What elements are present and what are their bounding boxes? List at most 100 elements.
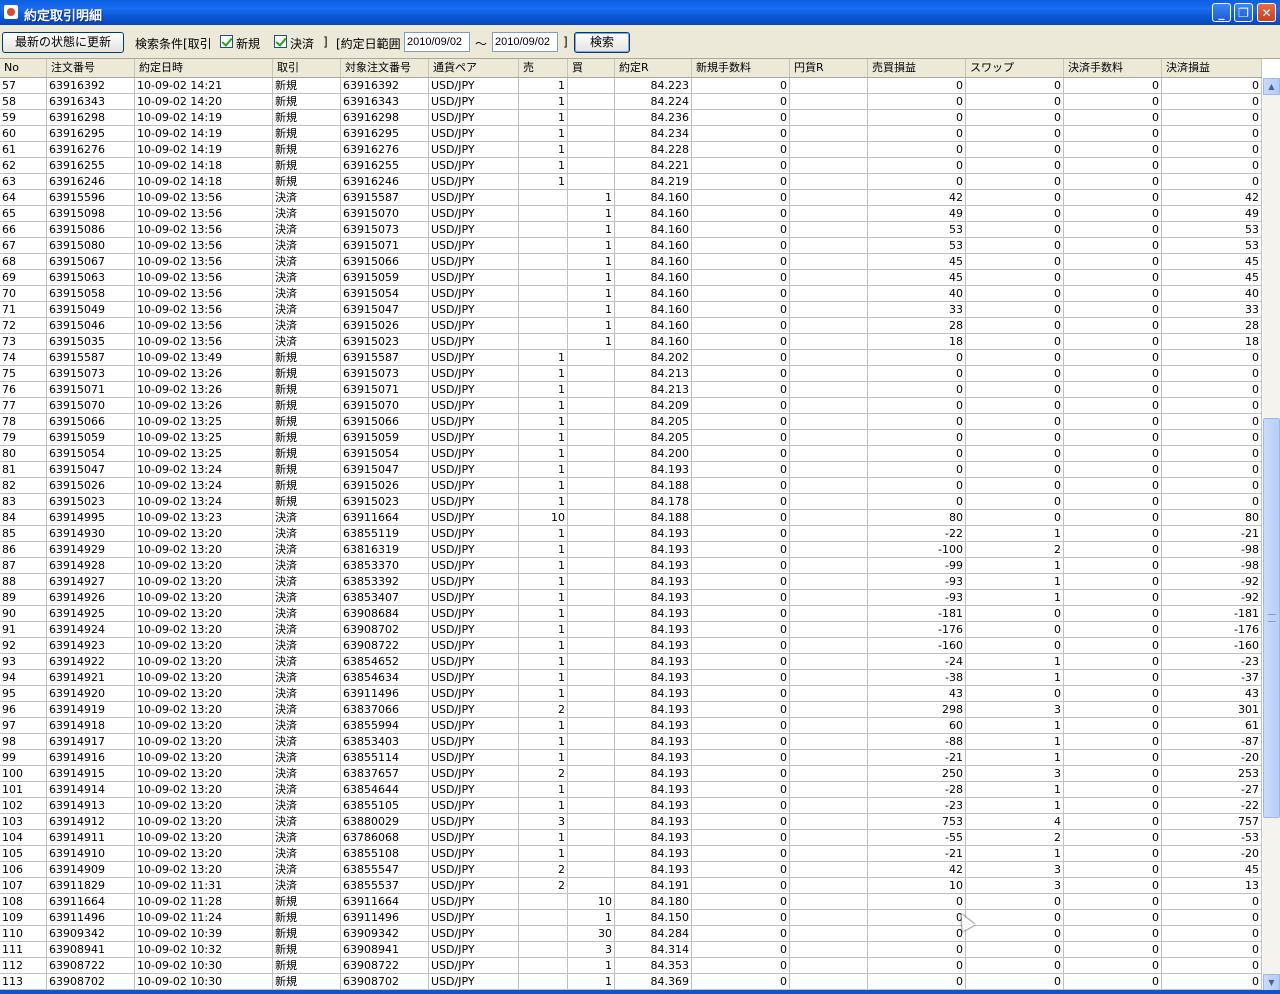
column-header-settle-pl[interactable]: 決済損益 — [1162, 59, 1262, 77]
refresh-button[interactable]: 最新の状態に更新 — [2, 32, 124, 53]
arrow-down-icon[interactable]: ▼ — [1263, 974, 1280, 991]
table-row[interactable]: 61 63916276 10-09-02 14:19 新規 63916276 USD/JP… — [0, 142, 1262, 158]
cell-no: 82 — [0, 478, 47, 494]
column-header-sell[interactable]: 売 — [519, 59, 568, 77]
new-checkbox[interactable] — [220, 35, 233, 48]
table-row[interactable]: 62 63916255 10-09-02 14:18 新規 63916255 USD/JP… — [0, 158, 1262, 174]
cell-currency-pair: USD/JPY — [429, 350, 519, 366]
table-row[interactable]: 97 63914918 10-09-02 13:20 決済 63855994 USD/JP… — [0, 718, 1262, 734]
table-row[interactable]: 112 63908722 10-09-02 10:30 新規 63908722 USD/J… — [0, 958, 1262, 974]
cell-datetime: 10-09-02 13:23 — [135, 510, 273, 526]
table-row[interactable]: 65 63915098 10-09-02 13:56 決済 63915070 USD/JP… — [0, 206, 1262, 222]
table-row[interactable]: 60 63916295 10-09-02 14:19 新規 63916295 USD/JP… — [0, 126, 1262, 142]
table-row[interactable]: 82 63915026 10-09-02 13:24 新規 63915026 USD/JP… — [0, 478, 1262, 494]
table-row[interactable]: 111 63908941 10-09-02 10:32 新規 63908941 USD/J… — [0, 942, 1262, 958]
table-row[interactable]: 95 63914920 10-09-02 13:20 決済 63911496 USD/JP… — [0, 686, 1262, 702]
cell-order-no: 63915071 — [47, 382, 135, 398]
cell-datetime: 10-09-02 13:20 — [135, 638, 273, 654]
column-header-order-no[interactable]: 注文番号 — [47, 59, 135, 77]
table-row[interactable]: 110 63909342 10-09-02 10:39 新規 63909342 USD/J… — [0, 926, 1262, 942]
table-row[interactable]: 66 63915086 10-09-02 13:56 決済 63915073 USD/JP… — [0, 222, 1262, 238]
table-row[interactable]: 59 63916298 10-09-02 14:19 新規 63916298 USD/JP… — [0, 110, 1262, 126]
table-row[interactable]: 57 63916392 10-09-02 14:21 新規 63916392 USD/JP… — [0, 78, 1262, 94]
cell-yen-rate — [790, 622, 868, 638]
cell-settle-fee: 0 — [1064, 446, 1162, 462]
vertical-scrollbar[interactable]: ▲ ▼ — [1263, 78, 1280, 991]
table-row[interactable]: 75 63915073 10-09-02 13:26 新規 63915073 USD/JP… — [0, 366, 1262, 382]
table-row[interactable]: 70 63915058 10-09-02 13:56 決済 63915054 USD/JP… — [0, 286, 1262, 302]
cell-datetime: 10-09-02 13:56 — [135, 270, 273, 286]
table-row[interactable]: 78 63915066 10-09-02 13:25 新規 63915066 USD/JP… — [0, 414, 1262, 430]
table-row[interactable]: 100 63914915 10-09-02 13:20 決済 63837657 USD/J… — [0, 766, 1262, 782]
table-row[interactable]: 99 63914916 10-09-02 13:20 決済 63855114 USD/JP… — [0, 750, 1262, 766]
date-to-input[interactable] — [492, 32, 558, 52]
table-row[interactable]: 98 63914917 10-09-02 13:20 決済 63853403 USD/JP… — [0, 734, 1262, 750]
table-row[interactable]: 83 63915023 10-09-02 13:24 新規 63915023 USD/JP… — [0, 494, 1262, 510]
column-header-rate[interactable]: 約定R — [615, 59, 692, 77]
table-row[interactable]: 87 63914928 10-09-02 13:20 決済 63853370 USD/JP… — [0, 558, 1262, 574]
table-row[interactable]: 84 63914995 10-09-02 13:23 決済 63911664 USD/JP… — [0, 510, 1262, 526]
cell-yen-rate — [790, 350, 868, 366]
table-row[interactable]: 88 63914927 10-09-02 13:20 決済 63853392 USD/JP… — [0, 574, 1262, 590]
cell-rate: 84.200 — [615, 446, 692, 462]
table-row[interactable]: 71 63915049 10-09-02 13:56 決済 63915047 USD/JP… — [0, 302, 1262, 318]
column-header-yen-rate[interactable]: 円貨R — [790, 59, 868, 77]
table-row[interactable]: 96 63914919 10-09-02 13:20 決済 63837066 USD/JP… — [0, 702, 1262, 718]
table-row[interactable]: 89 63914926 10-09-02 13:20 決済 63853407 USD/JP… — [0, 590, 1262, 606]
table-row[interactable]: 101 63914914 10-09-02 13:20 決済 63854644 USD/J… — [0, 782, 1262, 798]
arrow-up-icon[interactable]: ▲ — [1263, 78, 1280, 95]
table-row[interactable]: 67 63915080 10-09-02 13:56 決済 63915071 USD/JP… — [0, 238, 1262, 254]
column-header-target-order-no[interactable]: 対象注文番号 — [341, 59, 429, 77]
table-row[interactable]: 91 63914924 10-09-02 13:20 決済 63908702 USD/JP… — [0, 622, 1262, 638]
column-header-settle-fee[interactable]: 決済手数料 — [1064, 59, 1162, 77]
table-row[interactable]: 102 63914913 10-09-02 13:20 決済 63855105 USD/J… — [0, 798, 1262, 814]
table-row[interactable]: 69 63915063 10-09-02 13:56 決済 63915059 USD/JP… — [0, 270, 1262, 286]
table-row[interactable]: 103 63914912 10-09-02 13:20 決済 63880029 USD/J… — [0, 814, 1262, 830]
search-button[interactable]: 検索 — [574, 32, 630, 53]
table-row[interactable]: 109 63911496 10-09-02 11:24 新規 63911496 USD/J… — [0, 910, 1262, 926]
table-row[interactable]: 76 63915071 10-09-02 13:26 新規 63915071 USD/JP… — [0, 382, 1262, 398]
cell-settle-pl: 0 — [1162, 94, 1262, 110]
table-row[interactable]: 94 63914921 10-09-02 13:20 決済 63854634 USD/JP… — [0, 670, 1262, 686]
table-row[interactable]: 73 63915035 10-09-02 13:56 決済 63915023 USD/JP… — [0, 334, 1262, 350]
column-header-swap[interactable]: スワップ — [966, 59, 1064, 77]
table-row[interactable]: 64 63915596 10-09-02 13:56 決済 63915587 USD/JP… — [0, 190, 1262, 206]
table-row[interactable]: 106 63914909 10-09-02 13:20 決済 63855547 USD/J… — [0, 862, 1262, 878]
column-header-no[interactable]: No — [0, 59, 47, 77]
table-row[interactable]: 90 63914925 10-09-02 13:20 決済 63908684 USD/JP… — [0, 606, 1262, 622]
column-header-trade-pl[interactable]: 売買損益 — [868, 59, 966, 77]
table-row[interactable]: 80 63915054 10-09-02 13:25 新規 63915054 USD/JP… — [0, 446, 1262, 462]
column-header-buy[interactable]: 買 — [568, 59, 615, 77]
date-from-input[interactable] — [404, 32, 470, 52]
table-row[interactable]: 104 63914911 10-09-02 13:20 決済 63786068 USD/J… — [0, 830, 1262, 846]
column-header-new-fee[interactable]: 新規手数料 — [692, 59, 790, 77]
table-row[interactable]: 86 63914929 10-09-02 13:20 決済 63816319 USD/JP… — [0, 542, 1262, 558]
cell-no: 100 — [0, 766, 47, 782]
column-header-currency-pair[interactable]: 通貨ペア — [429, 59, 519, 77]
cell-new-fee: 0 — [692, 878, 790, 894]
table-row[interactable]: 77 63915070 10-09-02 13:26 新規 63915070 USD/JP… — [0, 398, 1262, 414]
maximize-button[interactable]: ❐ — [1234, 3, 1253, 22]
table-row[interactable]: 81 63915047 10-09-02 13:24 新規 63915047 USD/JP… — [0, 462, 1262, 478]
table-row[interactable]: 85 63914930 10-09-02 13:20 決済 63855119 USD/JP… — [0, 526, 1262, 542]
table-row[interactable]: 58 63916343 10-09-02 14:20 新規 63916343 USD/JP… — [0, 94, 1262, 110]
table-row[interactable]: 105 63914910 10-09-02 13:20 決済 63855108 USD/J… — [0, 846, 1262, 862]
table-row[interactable]: 63 63916246 10-09-02 14:18 新規 63916246 USD/JP… — [0, 174, 1262, 190]
column-header-trade-type[interactable]: 取引 — [273, 59, 341, 77]
table-row[interactable]: 72 63915046 10-09-02 13:56 決済 63915026 USD/JP… — [0, 318, 1262, 334]
table-row[interactable]: 108 63911664 10-09-02 11:28 新規 63911664 USD/J… — [0, 894, 1262, 910]
cell-target-order-no: 63837066 — [341, 702, 429, 718]
table-row[interactable]: 74 63915587 10-09-02 13:49 新規 63915587 USD/JP… — [0, 350, 1262, 366]
column-header-datetime[interactable]: 約定日時 — [135, 59, 273, 77]
table-row[interactable]: 113 63908702 10-09-02 10:30 新規 63908702 USD/J… — [0, 974, 1262, 990]
cell-new-fee: 0 — [692, 78, 790, 94]
table-row[interactable]: 68 63915067 10-09-02 13:56 決済 63915066 USD/JP… — [0, 254, 1262, 270]
table-row[interactable]: 107 63911829 10-09-02 11:31 決済 63855537 USD/J… — [0, 878, 1262, 894]
scroll-thumb[interactable] — [1263, 418, 1280, 818]
close-button[interactable]: ✕ — [1257, 3, 1276, 22]
table-row[interactable]: 79 63915059 10-09-02 13:25 新規 63915059 USD/JP… — [0, 430, 1262, 446]
table-row[interactable]: 92 63914923 10-09-02 13:20 決済 63908722 USD/JP… — [0, 638, 1262, 654]
table-row[interactable]: 93 63914922 10-09-02 13:20 決済 63854652 USD/JP… — [0, 654, 1262, 670]
minimize-button[interactable]: _ — [1212, 3, 1231, 22]
settle-checkbox[interactable] — [274, 35, 287, 48]
